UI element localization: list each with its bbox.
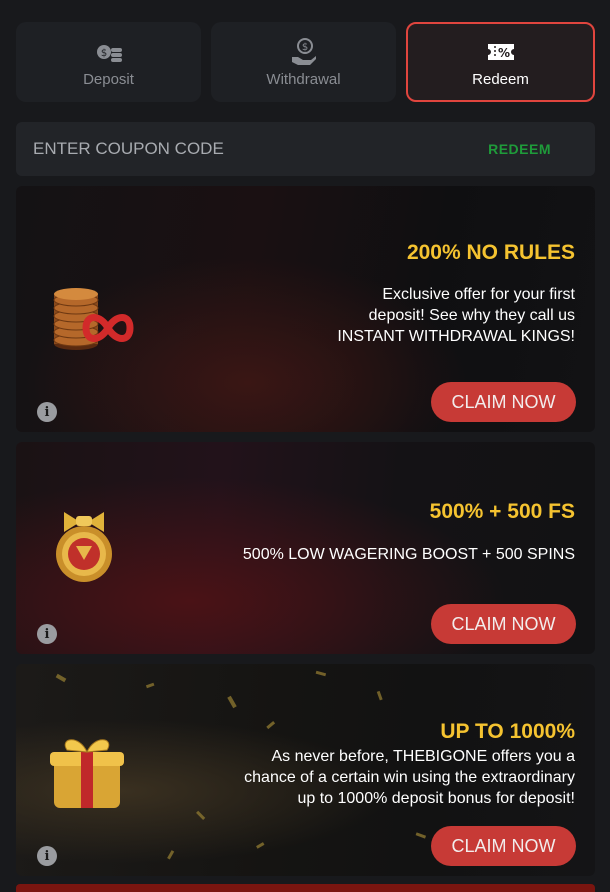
description-line: Exclusive offer for your first bbox=[382, 286, 575, 303]
tab-label: Redeem bbox=[472, 70, 529, 88]
info-icon[interactable]: i bbox=[37, 846, 57, 866]
promo-description: Exclusive offer for your first deposit! … bbox=[337, 284, 575, 347]
promo-title: UP TO 1000% bbox=[440, 720, 575, 743]
hand-money-icon: $ bbox=[289, 37, 319, 67]
coupon-bar: REDEEM bbox=[16, 122, 595, 176]
description-line: As never before, THEBIGONE offers you a bbox=[271, 748, 575, 765]
tab-label: Deposit bbox=[83, 70, 134, 88]
promo-card: 200% NO RULES Exclusive offer for your f… bbox=[16, 186, 595, 432]
coins-icon: $ bbox=[94, 37, 124, 67]
tab-withdrawal[interactable]: $ Withdrawal bbox=[211, 22, 396, 102]
promo-card-partial bbox=[16, 884, 595, 892]
description-line: deposit! See why they call us bbox=[368, 307, 575, 324]
promo-title: 200% NO RULES bbox=[406, 241, 575, 264]
svg-text:$: $ bbox=[301, 42, 307, 53]
tab-redeem[interactable]: % Redeem bbox=[406, 22, 595, 102]
claim-now-button[interactable]: CLAIM NOW bbox=[431, 826, 576, 866]
promo-description: As never before, THEBIGONE offers you a … bbox=[244, 746, 575, 809]
claim-now-button[interactable]: CLAIM NOW bbox=[431, 604, 576, 644]
gift-box-icon bbox=[50, 739, 124, 808]
coupon-icon: % bbox=[486, 37, 516, 67]
promo-title: 500% + 500 FS bbox=[429, 500, 575, 523]
redeem-coupon-button[interactable]: REDEEM bbox=[488, 141, 551, 157]
promo-card: UP TO 1000% As never before, THEBIGONE o… bbox=[16, 664, 595, 876]
description-line: INSTANT WITHDRAWAL KINGS! bbox=[337, 328, 575, 345]
promo-description: 500% LOW WAGERING BOOST + 500 SPINS bbox=[243, 544, 575, 565]
medal-icon bbox=[56, 512, 112, 582]
coins-infinity-icon bbox=[53, 288, 134, 350]
info-icon[interactable]: i bbox=[37, 624, 57, 644]
tab-label: Withdrawal bbox=[266, 70, 341, 88]
svg-text:$: $ bbox=[100, 48, 106, 59]
description-line: chance of a certain win using the extrao… bbox=[244, 769, 575, 786]
claim-now-button[interactable]: CLAIM NOW bbox=[431, 382, 576, 422]
payment-tabs: $ Deposit $ Withdrawal % Redeem bbox=[16, 22, 595, 102]
tab-deposit[interactable]: $ Deposit bbox=[16, 22, 201, 102]
description-line: up to 1000% deposit bonus for deposit! bbox=[297, 790, 575, 807]
svg-text:%: % bbox=[497, 46, 509, 60]
promo-card: 500% + 500 FS 500% LOW WAGERING BOOST + … bbox=[16, 442, 595, 654]
coupon-code-input[interactable] bbox=[33, 139, 413, 159]
info-icon[interactable]: i bbox=[37, 402, 57, 422]
description-line: 500% LOW WAGERING BOOST + 500 SPINS bbox=[242, 546, 575, 563]
